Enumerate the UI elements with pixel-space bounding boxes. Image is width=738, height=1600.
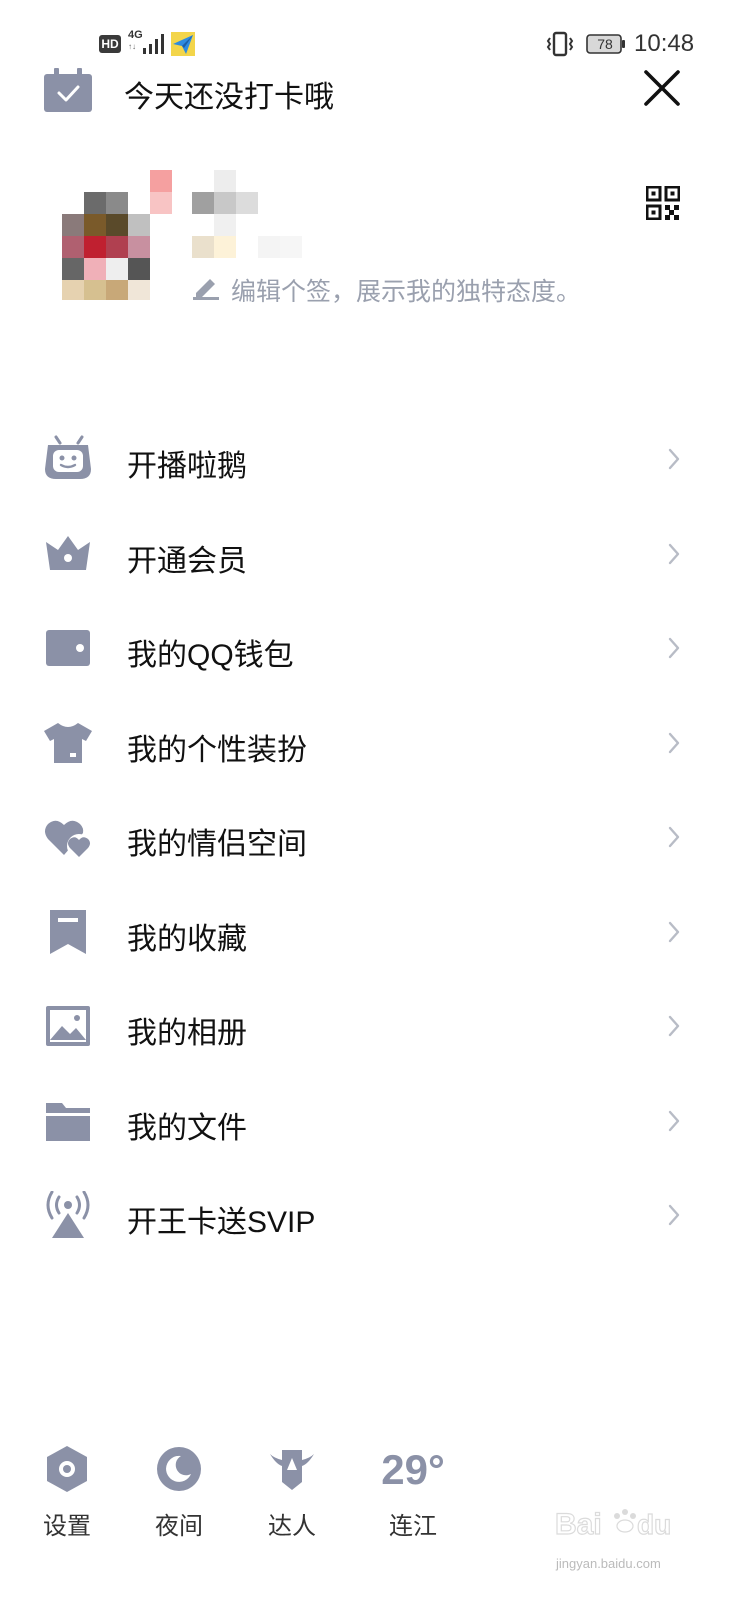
pencil-icon[interactable] bbox=[193, 276, 221, 300]
bookmark-icon bbox=[50, 909, 86, 954]
winged-badge-icon bbox=[270, 1450, 314, 1490]
chevron-right-icon bbox=[668, 543, 680, 564]
menu-item-label: 我的收藏 bbox=[127, 922, 247, 956]
qr-code-icon[interactable] bbox=[646, 186, 680, 220]
folder-icon bbox=[46, 1102, 90, 1141]
chevron-right-icon bbox=[668, 637, 680, 659]
menu-item-label: 开通会员 bbox=[127, 544, 247, 578]
signal-strength-icon bbox=[143, 34, 164, 54]
close-icon[interactable] bbox=[640, 66, 684, 110]
night-mode-button[interactable]: 夜间 bbox=[139, 1440, 219, 1550]
side-menu: 开播啦鹅 开通会员 我的QQ钱包 我的个性装扮 我的情侣空间 我的收藏 我的相册… bbox=[0, 412, 738, 1263]
gear-icon bbox=[47, 1446, 87, 1492]
network-activity: ↑↓ bbox=[128, 42, 136, 51]
chevron-right-icon bbox=[668, 1110, 680, 1131]
chevron-right-icon bbox=[668, 448, 680, 470]
expert-label: 达人 bbox=[268, 1513, 316, 1540]
menu-item-label: 我的相册 bbox=[127, 1017, 247, 1050]
city-label: 连江 bbox=[389, 1513, 437, 1540]
avatar[interactable] bbox=[62, 170, 172, 300]
menu-item-label: 我的文件 bbox=[127, 1111, 247, 1145]
chevron-right-icon bbox=[668, 1204, 680, 1226]
hd-badge: HD bbox=[99, 35, 121, 53]
crown-icon bbox=[46, 535, 90, 570]
menu-item-label: 开播啦鹅 bbox=[127, 450, 247, 483]
svg-text:Bai: Bai bbox=[555, 1508, 602, 1541]
menu-item-vip[interactable]: 开通会员 bbox=[0, 507, 738, 602]
menu-item-label: 我的个性装扮 bbox=[127, 733, 307, 767]
photo-icon bbox=[46, 1006, 90, 1046]
menu-item-theme[interactable]: 我的个性装扮 bbox=[0, 696, 738, 791]
watermark-url: jingyan.baidu.com bbox=[556, 1556, 661, 1571]
baidu-watermark-logo: Bai du bbox=[555, 1507, 672, 1541]
wallet-icon bbox=[46, 630, 90, 666]
expert-button[interactable]: 达人 bbox=[252, 1440, 332, 1550]
menu-item-files[interactable]: 我的文件 bbox=[0, 1074, 738, 1169]
moon-icon bbox=[157, 1447, 201, 1491]
tshirt-icon bbox=[44, 722, 92, 763]
signal-tower-icon bbox=[46, 1191, 90, 1238]
menu-item-kingcard[interactable]: 开王卡送SVIP bbox=[0, 1168, 738, 1263]
night-mode-label: 夜间 bbox=[155, 1513, 203, 1540]
nickname[interactable] bbox=[192, 170, 312, 260]
paper-plane-icon bbox=[171, 32, 195, 56]
calendar-check-icon[interactable] bbox=[44, 68, 92, 112]
status-bar: HD 4G ↑↓ 78 10:48 bbox=[0, 0, 738, 88]
menu-item-label: 开王卡送SVIP bbox=[127, 1206, 316, 1239]
menu-item-wallet[interactable]: 我的QQ钱包 bbox=[0, 601, 738, 696]
menu-item-couple[interactable]: 我的情侣空间 bbox=[0, 790, 738, 885]
settings-button[interactable]: 设置 bbox=[27, 1440, 107, 1550]
signature-placeholder[interactable]: 编辑个签，展示我的独特态度。 bbox=[231, 272, 581, 308]
menu-item-album[interactable]: 我的相册 bbox=[0, 979, 738, 1074]
chevron-right-icon bbox=[668, 826, 680, 848]
chevron-right-icon bbox=[668, 732, 680, 753]
clock: 10:48 bbox=[634, 30, 695, 57]
weather-widget[interactable]: 29° 连江 bbox=[373, 1440, 453, 1550]
menu-item-label: 我的QQ钱包 bbox=[127, 639, 294, 672]
chevron-right-icon bbox=[668, 921, 680, 942]
menu-item-live[interactable]: 开播啦鹅 bbox=[0, 412, 738, 507]
temperature-value: 29° bbox=[381, 1446, 445, 1493]
settings-label: 设置 bbox=[43, 1513, 91, 1540]
chevron-right-icon bbox=[668, 1015, 680, 1037]
checkin-status-text[interactable]: 今天还没打卡哦 bbox=[124, 72, 334, 116]
battery-level: 78 bbox=[597, 36, 613, 52]
menu-item-favorites[interactable]: 我的收藏 bbox=[0, 885, 738, 980]
svg-text:du: du bbox=[637, 1509, 671, 1540]
vibrate-icon bbox=[546, 31, 574, 57]
robot-tv-icon bbox=[45, 435, 91, 479]
hearts-icon bbox=[45, 820, 91, 858]
menu-item-label: 我的情侣空间 bbox=[127, 828, 307, 861]
